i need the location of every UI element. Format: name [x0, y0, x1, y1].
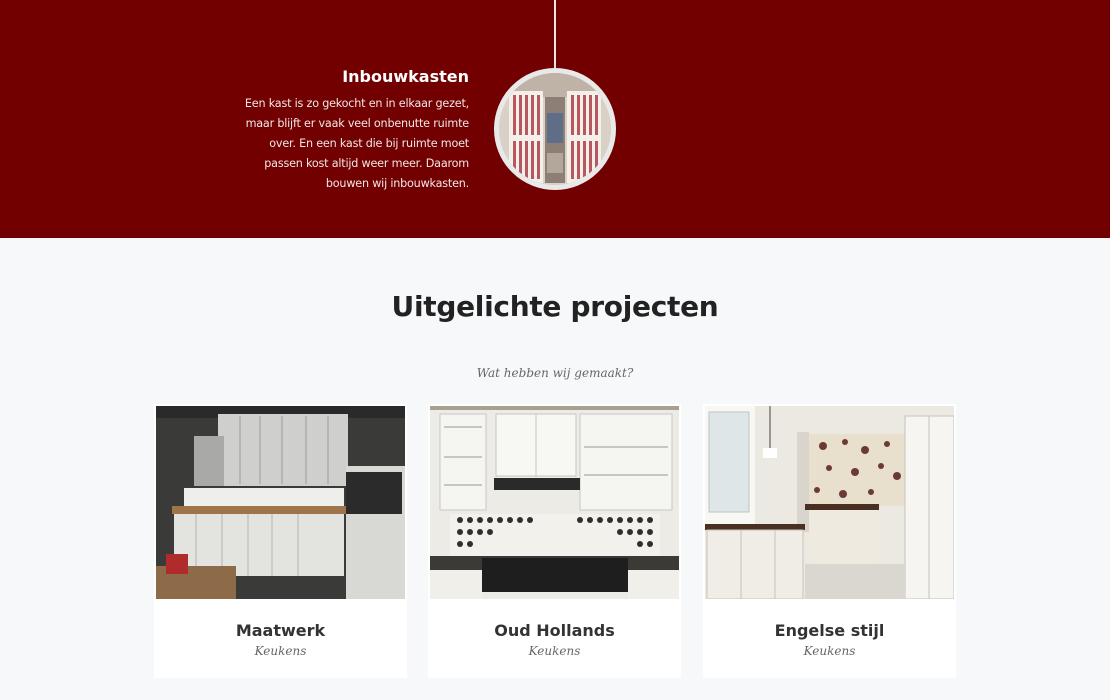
project-card-engelse-stijl[interactable]: Engelse stijl Keukens	[703, 404, 956, 678]
project-image[interactable]	[705, 406, 954, 599]
project-image[interactable]	[156, 406, 405, 599]
section-subtitle: Wat hebben wij gemaakt?	[476, 366, 634, 380]
dutch-kitchen-photo	[430, 406, 679, 599]
built-in-wardrobe-photo	[499, 73, 611, 185]
timeline-item-title: Inbouwkasten	[342, 67, 469, 86]
project-category: Keukens	[528, 644, 581, 658]
modern-kitchen-photo	[156, 406, 405, 599]
project-name[interactable]: Engelse stijl	[703, 621, 956, 640]
timeline-section: Inbouwkasten Een kast is zo gekocht en i…	[0, 0, 1110, 238]
project-category: Keukens	[254, 644, 307, 658]
project-image[interactable]	[430, 406, 679, 599]
project-name[interactable]: Oud Hollands	[428, 621, 681, 640]
timeline-item-text: Inbouwkasten Een kast is zo gekocht en i…	[230, 66, 469, 194]
project-name[interactable]: Maatwerk	[154, 621, 407, 640]
section-title: Uitgelichte projecten	[391, 290, 719, 323]
project-category: Keukens	[803, 644, 856, 658]
english-kitchen-photo	[705, 406, 954, 599]
timeline-line	[554, 0, 556, 70]
project-card-oud-hollands[interactable]: Oud Hollands Keukens	[428, 404, 681, 678]
project-card-maatwerk[interactable]: Maatwerk Keukens	[154, 404, 407, 678]
timeline-item-description: Een kast is zo gekocht en in elkaar geze…	[244, 97, 469, 190]
timeline-item-image	[494, 68, 616, 190]
